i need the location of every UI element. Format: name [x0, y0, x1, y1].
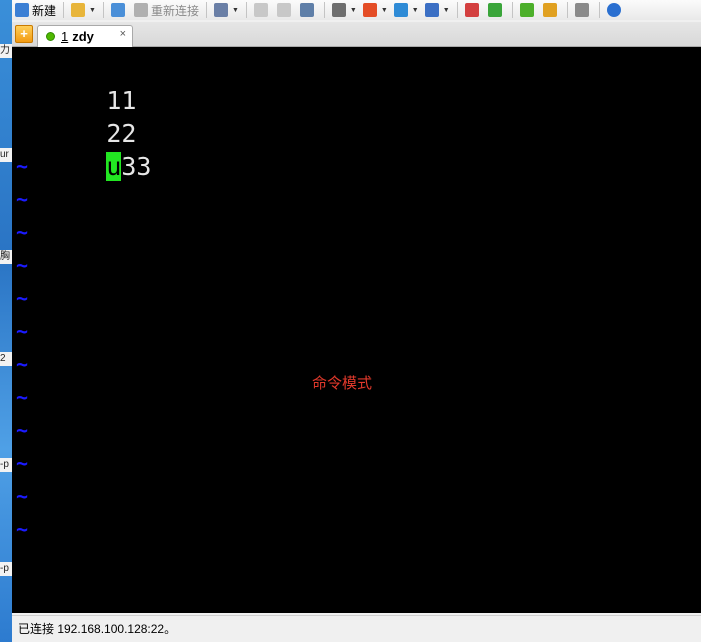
chevron-down-icon: ▼ [442, 6, 450, 14]
desktop-fragment: 2 [0, 352, 12, 366]
copy-icon [253, 3, 268, 17]
properties-icon [213, 3, 228, 17]
xftp-icon [464, 3, 479, 17]
new-session-button[interactable]: 新建 [12, 1, 59, 19]
terminal-line: u33 [16, 117, 151, 181]
new-session-icon [15, 3, 29, 17]
help-button[interactable] [604, 1, 627, 19]
chevron-down-icon: ▼ [380, 6, 388, 14]
tab-title: zdy [72, 29, 94, 44]
color-scheme-button[interactable]: ▼ [360, 1, 391, 19]
toolbar-separator [511, 2, 513, 18]
desktop-fragment: ur [0, 148, 12, 162]
reconnect-label: 重新连接 [150, 3, 199, 18]
vim-mode-indicator: 命令模式 [312, 375, 373, 392]
copy-button[interactable] [251, 1, 274, 19]
link-icon [110, 3, 125, 17]
terminal-line: 11 [16, 51, 136, 115]
empty-line-tilde: ~ [16, 154, 29, 178]
keyboard-button[interactable] [572, 1, 595, 19]
desktop-fragment: -p [0, 562, 12, 576]
toolbar-separator [245, 2, 247, 18]
terminal-area[interactable]: 11 22 u33 ~ ~ ~ ~ ~ ~ ~ ~ ~ ~ ~ ~ 命令模式 [12, 47, 701, 613]
print-button[interactable]: ▼ [329, 1, 360, 19]
color-scheme-icon [362, 3, 377, 17]
toolbar: 新建 ▼ 重新连接 ▼ ▼ ▼ ▼ ▼ [12, 0, 701, 20]
add-tab-button[interactable]: + [15, 25, 33, 43]
empty-line-tilde: ~ [16, 385, 29, 409]
chevron-down-icon: ▼ [231, 6, 239, 14]
toolbar-separator [323, 2, 325, 18]
lock-icon [542, 3, 557, 17]
reconnect-icon [133, 3, 148, 17]
desktop-background-strip: 力 ur 胸 2 -p -p [0, 0, 12, 642]
terminal-line-text: 33 [121, 152, 152, 181]
chevron-down-icon: ▼ [89, 6, 96, 14]
toolbar-separator [63, 2, 65, 18]
connection-status-text: 已连接 192.168.100.128:22。 [18, 622, 177, 636]
paste-icon [276, 3, 291, 17]
empty-line-tilde: ~ [16, 517, 29, 541]
terminal-line: 22 [16, 84, 136, 148]
desktop-fragment: -p [0, 458, 12, 472]
empty-line-tilde: ~ [16, 319, 29, 343]
find-button[interactable] [297, 1, 320, 19]
help-icon [606, 3, 621, 17]
script-button[interactable] [485, 1, 508, 19]
chevron-down-icon: ▼ [411, 6, 419, 14]
empty-line-tilde: ~ [16, 220, 29, 244]
desktop-fragment: 胸 [0, 250, 12, 264]
tab-session[interactable]: 1 zdy × [37, 25, 133, 47]
find-icon [299, 3, 314, 17]
print-icon [331, 3, 346, 17]
toolbar-separator [598, 2, 600, 18]
new-session-label: 新建 [32, 3, 57, 18]
open-folder-icon [71, 3, 86, 17]
keyboard-icon [574, 3, 589, 17]
xshell-window: 新建 ▼ 重新连接 ▼ ▼ ▼ ▼ ▼ + 1 zdy × 11 22 u33 … [12, 0, 701, 642]
reconnect-button[interactable]: 重新连接 [131, 1, 202, 19]
paste-button[interactable] [274, 1, 297, 19]
tab-bar: + 1 zdy × [12, 22, 701, 47]
connection-status-icon [46, 32, 55, 41]
lock-button[interactable] [540, 1, 563, 19]
empty-line-tilde: ~ [16, 484, 29, 508]
toolbar-separator [456, 2, 458, 18]
script-icon [487, 3, 502, 17]
empty-line-tilde: ~ [16, 352, 29, 376]
toolbar-separator [566, 2, 568, 18]
close-icon[interactable]: × [120, 28, 126, 40]
fullscreen-icon [519, 3, 534, 17]
toolbar-separator [102, 2, 104, 18]
chevron-down-icon: ▼ [349, 6, 357, 14]
empty-line-tilde: ~ [16, 286, 29, 310]
toolbar-separator [205, 2, 207, 18]
empty-line-tilde: ~ [16, 253, 29, 277]
font-button[interactable]: ▼ [422, 1, 453, 19]
encoding-button[interactable]: ▼ [391, 1, 422, 19]
status-bar: 已连接 192.168.100.128:22。 [12, 615, 701, 642]
terminal-cursor: u [106, 152, 122, 181]
font-icon [424, 3, 439, 17]
open-button[interactable]: ▼ [68, 1, 99, 19]
desktop-fragment: 力 [0, 44, 12, 58]
fullscreen-button[interactable] [517, 1, 540, 19]
empty-line-tilde: ~ [16, 418, 29, 442]
empty-line-tilde: ~ [16, 187, 29, 211]
properties-button[interactable]: ▼ [211, 1, 242, 19]
tab-number: 1 [61, 29, 69, 44]
connect-button[interactable] [108, 1, 131, 19]
xftp-button[interactable] [462, 1, 485, 19]
globe-icon [393, 3, 408, 17]
empty-line-tilde: ~ [16, 451, 29, 475]
